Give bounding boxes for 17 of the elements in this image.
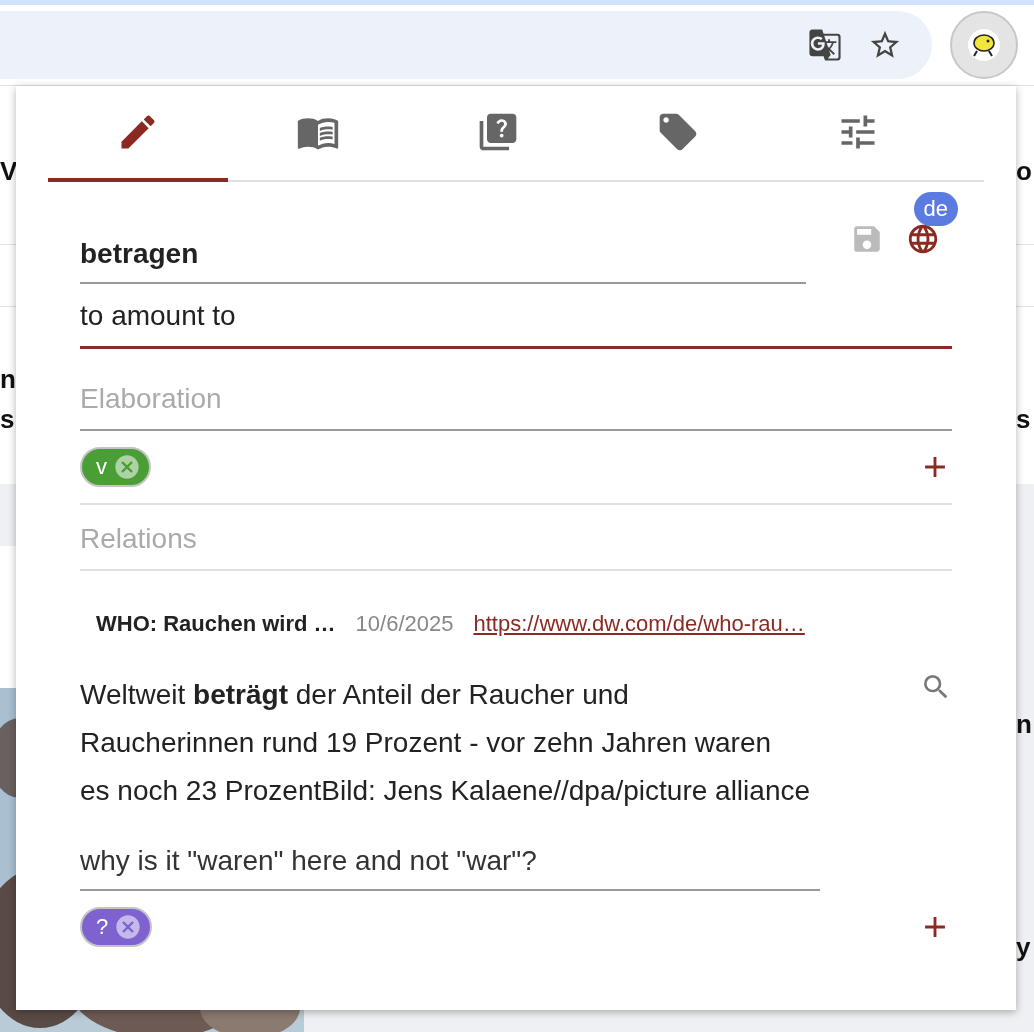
source-title: WHO: Rauchen wird … [96, 611, 336, 637]
language-badge: de [913, 192, 958, 226]
page-text: n [1016, 709, 1032, 739]
source-date: 10/6/2025 [355, 611, 454, 637]
page-text: s [0, 404, 15, 434]
globe-icon[interactable] [906, 222, 940, 256]
page-text: V [0, 156, 18, 186]
chick-icon [967, 28, 1001, 62]
remove-icon[interactable] [114, 913, 143, 941]
page-text: s [1016, 404, 1031, 434]
page-text: n [0, 364, 16, 394]
translate-icon[interactable] [808, 28, 842, 62]
page-text: y [1016, 932, 1031, 962]
context-sentence: Weltweit beträgt der Anteil der Raucher und Raucherinnen rund 19 Prozent - vor zehn Jahren waren es noch 23 ProzentBild: Jens Kalaene//dpa/picture alliance [80, 678, 812, 808]
source-link[interactable]: https://www.dw.com/de/who-rau… [473, 611, 805, 637]
page-text: o [1016, 156, 1032, 186]
tag-chip[interactable]: ? [80, 907, 153, 947]
